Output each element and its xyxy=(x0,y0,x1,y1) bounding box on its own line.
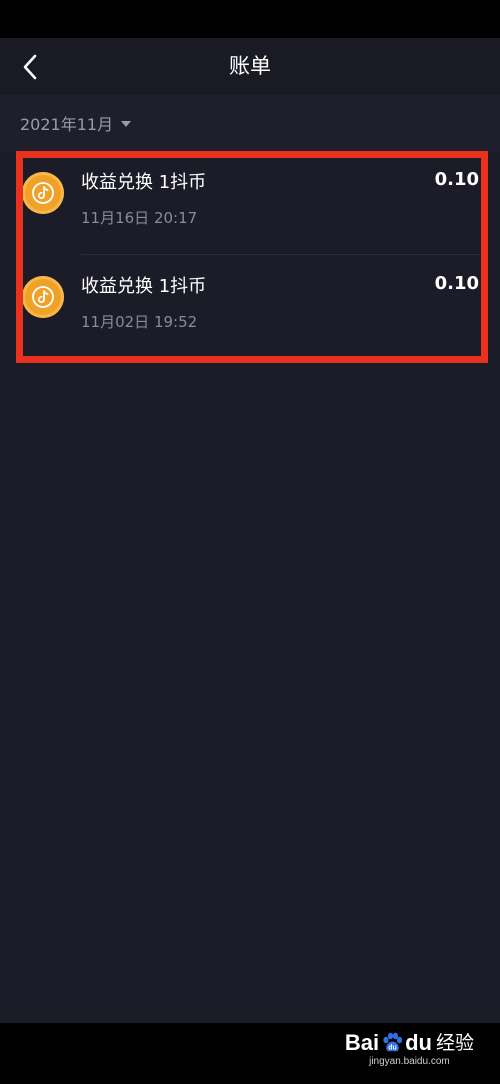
watermark-url: jingyan.baidu.com xyxy=(369,1056,450,1067)
douyin-coin-icon xyxy=(22,276,64,318)
watermark-brand-suffix: 经验 xyxy=(435,1032,474,1054)
filter-bar: 2021年11月 xyxy=(0,95,500,151)
nav-bar: 账单 xyxy=(0,38,500,95)
watermark-brand-right: du xyxy=(405,1030,432,1055)
item-amount: 0.10 xyxy=(434,273,479,294)
page-title: 账单 xyxy=(229,54,271,78)
list-item[interactable]: 收益兑换 1抖币 11月02日 19:52 0.10 xyxy=(0,255,500,359)
item-time: 11月02日 19:52 xyxy=(81,313,198,331)
item-title: 收益兑换 1抖币 xyxy=(81,276,207,297)
baidu-jingyan-watermark: Bai du du 经验 jingyan.baidu.com xyxy=(345,1030,474,1068)
item-title: 收益兑换 1抖币 xyxy=(81,172,207,193)
month-selector[interactable]: 2021年11月 xyxy=(20,95,132,151)
item-amount: 0.10 xyxy=(434,169,479,190)
back-button[interactable] xyxy=(12,50,48,84)
douyin-coin-icon xyxy=(22,172,64,214)
item-time: 11月16日 20:17 xyxy=(81,209,198,227)
month-label: 2021年11月 xyxy=(20,115,114,134)
list-item[interactable]: 收益兑换 1抖币 11月16日 20:17 0.10 xyxy=(0,151,500,255)
bill-list: 收益兑换 1抖币 11月16日 20:17 0.10 收益兑换 1抖币 11月0… xyxy=(0,151,500,359)
status-bar xyxy=(0,0,500,38)
paw-icon: du xyxy=(383,1032,403,1052)
bill-page: 账单 2021年11月 收益兑换 1抖币 11月16日 20:17 0.10 收… xyxy=(0,38,500,1023)
watermark-logo: Bai du du 经验 xyxy=(345,1030,474,1056)
svg-text:du: du xyxy=(388,1045,397,1052)
chevron-left-icon xyxy=(23,54,37,80)
caret-down-icon xyxy=(121,121,132,127)
watermark-brand-left: Bai xyxy=(344,1030,380,1055)
